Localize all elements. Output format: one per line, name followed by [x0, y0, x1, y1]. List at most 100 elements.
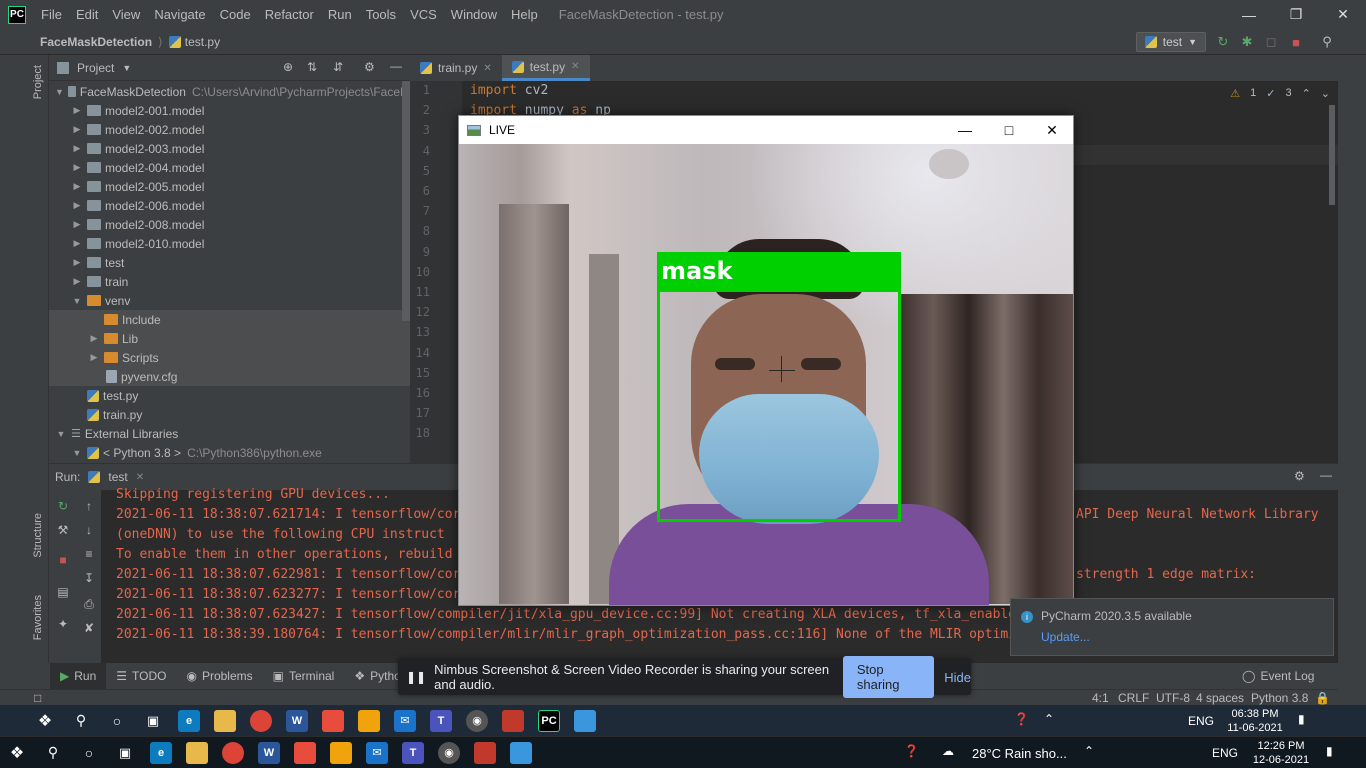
app-icon[interactable] — [474, 741, 496, 764]
tray-language[interactable]: ENG — [1212, 746, 1238, 760]
chevron-right-icon[interactable]: ▶ — [71, 276, 83, 287]
lock-icon[interactable]: 🔒 — [1315, 691, 1330, 705]
search-icon[interactable]: ⚲ — [1318, 33, 1336, 51]
search-icon[interactable]: ⚲ — [70, 710, 92, 732]
chrome-icon[interactable] — [222, 741, 244, 764]
pycharm-icon[interactable]: PC — [538, 709, 560, 732]
close-icon[interactable]: ✕ — [1030, 116, 1074, 144]
tree-item[interactable]: test.py — [49, 386, 410, 405]
tree-item[interactable]: ▼ ☰ External Libraries — [49, 424, 410, 443]
expand-all-icon[interactable]: ⇅ — [307, 60, 317, 74]
task-view-icon[interactable]: ▣ — [142, 710, 164, 732]
tree-item[interactable]: ▼ < Python 3.8 > C:\Python386\python.exe — [49, 443, 410, 462]
minimize-icon[interactable]: — — [1226, 0, 1272, 29]
chevron-down-icon[interactable]: ▼ — [71, 296, 83, 306]
sublime-icon[interactable] — [358, 709, 380, 732]
indent-setting[interactable]: 4 spaces — [1196, 691, 1244, 705]
tree-item[interactable]: Include — [49, 310, 410, 329]
tree-item[interactable]: ▶ model2-006.model — [49, 196, 410, 215]
chevron-up-icon[interactable]: ⌃ — [1302, 87, 1311, 100]
windows-start-icon[interactable]: ❖ — [6, 742, 28, 764]
hide-panel-icon[interactable]: — — [390, 59, 402, 73]
gear-icon[interactable]: ⚙ — [364, 60, 375, 74]
cortana-icon[interactable]: ○ — [106, 710, 128, 732]
teams-icon[interactable]: T — [430, 709, 452, 732]
media-icon[interactable]: ◉ — [438, 741, 460, 764]
file-explorer-icon[interactable] — [186, 741, 208, 764]
tool-tab-terminal[interactable]: ▣ Terminal — [263, 669, 345, 683]
debug-icon[interactable]: ✱ — [1238, 33, 1256, 51]
mail-icon[interactable]: ✉ — [394, 709, 416, 732]
tree-item[interactable]: ▶ model2-001.model — [49, 101, 410, 120]
menu-tools[interactable]: Tools — [359, 0, 403, 29]
menu-view[interactable]: View — [105, 0, 147, 29]
tool-tab-todo[interactable]: ☰ TODO — [106, 669, 176, 683]
chevron-up-icon[interactable]: ⌃ — [1084, 744, 1094, 758]
project-panel-title[interactable]: Project — [77, 61, 114, 75]
print-icon[interactable]: ⎙ — [81, 596, 97, 612]
chevron-right-icon[interactable]: ▶ — [71, 257, 83, 268]
tray-language[interactable]: ENG — [1188, 714, 1214, 728]
project-scrollbar[interactable] — [402, 81, 410, 321]
media-icon[interactable]: ◉ — [466, 709, 488, 732]
edge-icon[interactable]: e — [150, 741, 172, 764]
menu-window[interactable]: Window — [444, 0, 504, 29]
update-link[interactable]: Update... — [1041, 630, 1090, 644]
tree-item[interactable]: ▶ model2-010.model — [49, 234, 410, 253]
edge-icon[interactable]: e — [178, 709, 200, 732]
close-icon[interactable]: ✕ — [571, 61, 579, 72]
favorites-tool-tab[interactable]: Favorites — [32, 595, 44, 640]
chevron-right-icon[interactable]: ▶ — [71, 219, 83, 230]
close-icon[interactable]: ✕ — [483, 63, 491, 74]
app-icon[interactable] — [502, 709, 524, 732]
notification-center-icon[interactable]: ▮ — [1298, 712, 1305, 726]
tool-tab-problems[interactable]: ◉ Problems — [176, 669, 262, 683]
tree-item[interactable]: ▶ train — [49, 272, 410, 291]
close-icon[interactable]: ✕ — [1320, 0, 1366, 29]
menu-vcs[interactable]: VCS — [403, 0, 444, 29]
gear-icon[interactable]: ⚙ — [1294, 469, 1305, 483]
menu-run[interactable]: Run — [321, 0, 359, 29]
collapse-all-icon[interactable]: ⇵ — [333, 60, 343, 74]
run-config-selector[interactable]: test ▼ — [1135, 32, 1206, 52]
chevron-right-icon[interactable]: ▶ — [71, 143, 83, 154]
tree-item[interactable]: ▶ model2-003.model — [49, 139, 410, 158]
interpreter[interactable]: Python 3.8 — [1251, 691, 1308, 705]
chevron-right-icon[interactable]: ▶ — [71, 238, 83, 249]
chevron-down-icon[interactable]: ⌄ — [1321, 87, 1330, 100]
tree-item[interactable]: ▶ model2-008.model — [49, 215, 410, 234]
rerun-icon[interactable]: ↻ — [1214, 33, 1232, 51]
update-notification[interactable]: i PyCharm 2020.3.5 available Update... — [1010, 598, 1334, 656]
run-tab-label[interactable]: test — [108, 470, 127, 484]
breadcrumb-project[interactable]: FaceMaskDetection — [40, 35, 152, 49]
tray-clock[interactable]: 12:26 PM 12-06-2021 — [1250, 739, 1312, 767]
teams-icon[interactable]: T — [402, 741, 424, 764]
arrow-up-icon[interactable]: ↑ — [81, 498, 97, 514]
help-icon[interactable]: ❓ — [904, 744, 919, 758]
restore-icon[interactable]: ❐ — [1273, 0, 1319, 29]
tree-item[interactable]: ▶ model2-004.model — [49, 158, 410, 177]
maximize-icon[interactable]: □ — [987, 116, 1031, 144]
project-tool-tab[interactable]: Project — [32, 65, 44, 99]
breadcrumb-file[interactable]: test.py — [185, 35, 220, 49]
chevron-right-icon[interactable]: ▶ — [71, 124, 83, 135]
chevron-right-icon[interactable]: ▶ — [71, 200, 83, 211]
tree-item[interactable]: ▼ venv — [49, 291, 410, 310]
live-window-titlebar[interactable]: LIVE — □ ✕ — [459, 116, 1073, 144]
menu-edit[interactable]: Edit — [69, 0, 105, 29]
layout-toggle-icon[interactable]: □ — [34, 691, 41, 705]
chevron-right-icon[interactable]: ▶ — [71, 181, 83, 192]
chevron-down-icon[interactable]: ▼ — [55, 87, 64, 97]
wrench-icon[interactable]: ⚒ — [55, 522, 71, 538]
cortana-icon[interactable]: ○ — [78, 742, 100, 764]
menu-help[interactable]: Help — [504, 0, 545, 29]
stop-icon[interactable]: ■ — [1287, 33, 1305, 51]
tree-item[interactable]: ▶ Lib — [49, 329, 410, 348]
hide-panel-icon[interactable]: — — [1320, 468, 1332, 482]
search-icon[interactable]: ⚲ — [42, 742, 64, 764]
store-icon[interactable] — [322, 709, 344, 732]
soft-wrap-icon[interactable]: ≡ — [81, 546, 97, 562]
editor-scrollbar[interactable] — [1329, 105, 1335, 205]
tree-item[interactable]: ▶ model2-005.model — [49, 177, 410, 196]
word-icon[interactable]: W — [258, 741, 280, 764]
